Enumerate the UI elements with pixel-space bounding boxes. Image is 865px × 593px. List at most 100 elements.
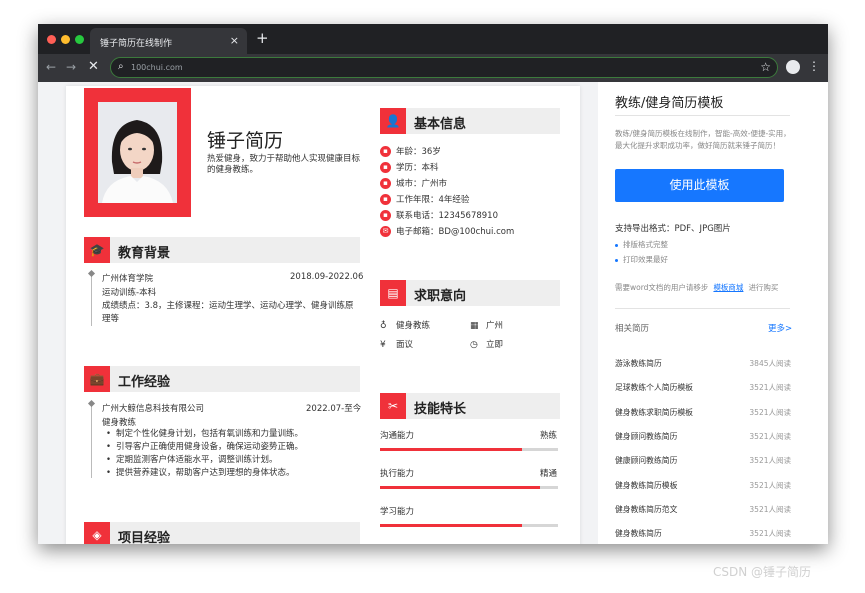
export-formats: 支持导出格式：PDF、JPG图片	[615, 224, 731, 234]
graduation-cap-icon: 🎓	[84, 237, 110, 263]
related-item[interactable]: 游泳教练简历 3845人阅读	[615, 358, 791, 369]
work-title: 工作经验	[118, 375, 171, 390]
tab-close-icon[interactable]: ×	[230, 34, 239, 47]
timeline-marker	[87, 399, 96, 408]
resume-preview: 锤子简历 热爱健身，致力于帮助他人实现健康目标的健身教练。 🎓 教育背景 广州体…	[66, 86, 580, 544]
education-major: 运动训练-本科	[102, 288, 157, 298]
info-education: ▪ 学历：本科	[380, 161, 439, 173]
layers-icon: ◈	[84, 522, 110, 544]
intent-availability: ◷ 立即	[470, 340, 504, 350]
intent-position: ♁ 健身教练	[380, 321, 431, 331]
intent-salary: ¥ 面议	[380, 340, 414, 350]
divider	[615, 308, 790, 309]
profile-photo	[98, 102, 177, 203]
education-detail-cont: 理等	[102, 314, 120, 324]
feature-item: 打印效果最好	[615, 254, 668, 265]
related-item[interactable]: 健康顾问教练简历 3521人阅读	[615, 455, 791, 466]
project-title: 项目经验	[118, 531, 171, 544]
education-header: 🎓 教育背景	[84, 237, 360, 263]
briefcase-icon: 💼	[84, 366, 110, 392]
word-note: 需要word文档的用户请移步 模板商城 进行购买	[615, 283, 779, 292]
feature-item: 排版格式完整	[615, 239, 668, 250]
more-link[interactable]: 更多>	[768, 322, 792, 334]
info-age: ▪ 年龄：36岁	[380, 145, 441, 157]
skill-bar	[380, 448, 558, 451]
page-content: 锤子简历 热爱健身，致力于帮助他人实现健康目标的健身教练。 🎓 教育背景 广州体…	[38, 82, 828, 544]
work-icon: ▪	[380, 194, 391, 205]
duty-item: 引导客户正确使用健身设备，确保运动姿势正确。	[104, 441, 303, 454]
browser-window: 锤子简历在线制作 × + ← → ✕ ⌕ 100chui.com ☆ ⋮ 锤子简…	[38, 24, 828, 544]
related-title: 相关简历	[615, 324, 650, 334]
basic-info-title: 基本信息	[414, 117, 467, 132]
browser-tab[interactable]: 锤子简历在线制作 ×	[90, 28, 247, 54]
browser-toolbar: ← → ✕ ⌕ 100chui.com ☆ ⋮	[38, 54, 828, 82]
search-icon: ⌕	[118, 61, 124, 72]
education-school: 广州体育学院	[102, 274, 154, 284]
calendar-icon: ▪	[380, 146, 391, 157]
education-timeline	[91, 272, 92, 326]
bookmark-star-icon[interactable]: ☆	[760, 60, 771, 74]
mail-icon: ✉	[380, 226, 391, 237]
skill-label: 学习能力	[380, 507, 415, 517]
related-item[interactable]: 健身教练求职简历模板 3521人阅读	[615, 407, 791, 418]
skill-bar-fill	[380, 524, 523, 527]
tab-title: 锤子简历在线制作	[100, 39, 173, 49]
related-item[interactable]: 健身教练简历模板 3521人阅读	[615, 480, 791, 491]
resume-intro: 热爱健身，致力于帮助他人实现健康目标的健身教练。	[207, 154, 361, 175]
info-experience: ▪ 工作年限：4年经验	[380, 193, 469, 205]
watermark: CSDN @锤子简历	[713, 565, 812, 579]
minimize-window-button[interactable]	[61, 35, 70, 44]
maximize-window-button[interactable]	[75, 35, 84, 44]
address-bar[interactable]: ⌕ 100chui.com ☆	[110, 57, 778, 78]
resume-name: 锤子简历	[207, 130, 284, 152]
stop-loading-icon[interactable]: ✕	[88, 59, 99, 74]
forward-arrow-icon[interactable]: →	[66, 60, 76, 74]
related-item[interactable]: 健身教练简历范文 3521人阅读	[615, 504, 791, 515]
education-detail: 成绩绩点：3.8，主修课程：运动生理学、运动心理学、健身训练原	[102, 301, 354, 311]
work-header: 💼 工作经验	[84, 366, 360, 392]
divider	[615, 115, 790, 116]
education-period: 2018.09-2022.06	[290, 272, 364, 282]
skill-label: 执行能力	[380, 469, 415, 479]
skill-level: 熟练	[540, 431, 558, 441]
new-tab-button[interactable]: +	[256, 29, 269, 47]
skill-bar-fill	[380, 486, 541, 489]
home-icon: ▪	[380, 178, 391, 189]
work-company: 广州大鲸信息科技有限公司	[102, 404, 205, 414]
education-icon: ▪	[380, 162, 391, 173]
work-role: 健身教练	[102, 418, 137, 428]
template-description: 教练/健身简历模板在线制作，智能-高效-便捷-实用，最大化提升求职成功率，做好简…	[615, 129, 791, 150]
tools-icon: ✂	[380, 393, 406, 419]
id-card-icon: 👤	[380, 108, 406, 134]
clock-icon: ◷	[470, 340, 478, 350]
work-timeline	[91, 402, 92, 478]
duty-item: 定期监测客户体适能水平，调整训练计划。	[104, 454, 303, 467]
duty-item: 制定个性化健身计划，包括有氧训练和力量训练。	[104, 428, 303, 441]
job-intent-header: ▤ 求职意向	[380, 280, 560, 306]
project-header: ◈ 项目经验	[84, 522, 360, 544]
phone-icon: ▪	[380, 210, 391, 221]
info-city: ▪ 城市：广州市	[380, 177, 447, 189]
url-text[interactable]: 100chui.com	[131, 63, 183, 72]
back-arrow-icon[interactable]: ←	[46, 60, 56, 74]
use-template-button[interactable]: 使用此模板	[615, 169, 784, 202]
related-item[interactable]: 健身教练简历 3521人阅读	[615, 528, 791, 539]
profile-avatar-icon[interactable]	[786, 60, 800, 74]
skill-bar-fill	[380, 448, 523, 451]
template-store-link[interactable]: 模板商城	[713, 283, 743, 292]
work-period: 2022.07-至今	[306, 404, 362, 414]
tab-bar: 锤子简历在线制作 × +	[38, 24, 828, 54]
info-phone: ▪ 联系电话：12345678910	[380, 209, 498, 221]
medal-icon: ♁	[380, 321, 387, 331]
skills-title: 技能特长	[414, 402, 467, 417]
browser-menu-icon[interactable]: ⋮	[808, 59, 820, 73]
close-window-button[interactable]	[47, 35, 56, 44]
basic-info-header: 👤 基本信息	[380, 108, 560, 134]
template-sidebar: 教练/健身简历模板 教练/健身简历模板在线制作，智能-高效-便捷-实用，最大化提…	[598, 82, 828, 544]
info-email: ✉ 电子邮箱：BD@100chui.com	[380, 225, 514, 237]
job-intent-title: 求职意向	[414, 289, 467, 304]
related-item[interactable]: 足球教练个人简历模板 3521人阅读	[615, 382, 791, 393]
skill-bar	[380, 486, 558, 489]
related-item[interactable]: 健身顾问教练简历 3521人阅读	[615, 431, 791, 442]
photo-frame	[84, 88, 191, 217]
